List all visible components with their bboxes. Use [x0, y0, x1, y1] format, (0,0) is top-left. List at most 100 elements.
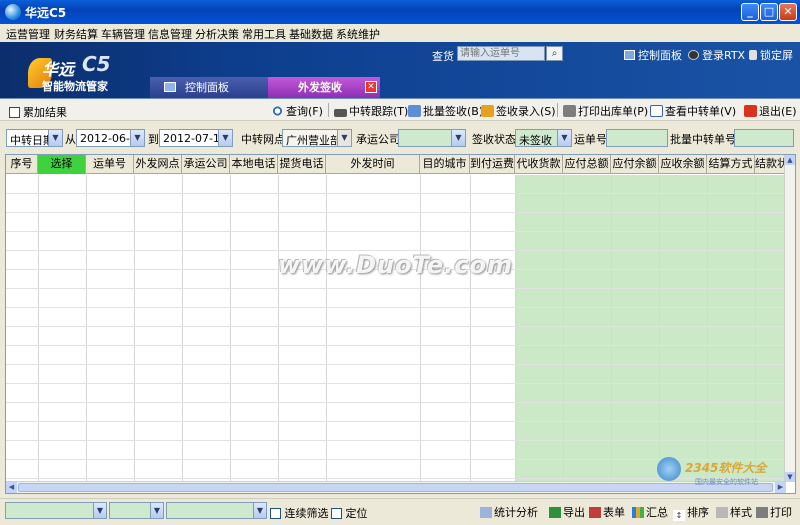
col-header[interactable]: 代收货款 — [515, 155, 563, 174]
tab-control-panel[interactable]: 控制面板 — [150, 77, 268, 98]
filter-operator-select[interactable]: ▼ — [109, 502, 164, 519]
print-button[interactable]: 打印 — [756, 504, 792, 520]
grid-column-line — [230, 175, 231, 482]
grid-row-line — [6, 440, 786, 441]
style-button[interactable]: 样式 — [716, 504, 752, 520]
col-header[interactable]: 目的城市 — [420, 155, 470, 174]
sort-button[interactable]: ↕ 排序 — [673, 504, 709, 521]
menu-tools[interactable]: 常用工具 — [242, 26, 286, 42]
chevron-down-icon: ▼ — [150, 503, 163, 518]
col-header[interactable]: 承运公司 — [182, 155, 230, 174]
site-label: 中转网点 — [241, 133, 285, 146]
view-transfer-button[interactable]: 查看中转单(V) — [650, 103, 736, 119]
search-input[interactable] — [457, 46, 545, 61]
print-out-label: 打印出库单(P) — [578, 105, 649, 118]
track-button[interactable]: 中转跟踪(T) — [334, 103, 408, 119]
filter-field-select[interactable]: ▼ — [5, 502, 107, 519]
monitor-icon — [624, 50, 635, 60]
from-label: 从 — [65, 133, 76, 146]
grid-column-line — [182, 175, 183, 482]
bird-logo-icon — [657, 457, 681, 481]
scroll-left-icon[interactable]: ◀ — [6, 482, 17, 493]
corner-watermark: 2345软件大全 国内最安全的软件站 — [655, 455, 795, 500]
accumulate-checkbox[interactable]: 累加结果 — [6, 104, 67, 120]
menu-info[interactable]: 信息管理 — [148, 26, 192, 42]
to-date-picker[interactable]: 2012-07-11 ▼ — [159, 129, 233, 147]
status-label: 签收状态 — [472, 133, 516, 146]
from-date-picker[interactable]: 2012-06-1 ▼ — [76, 129, 145, 147]
locate-checkbox[interactable]: 定位 — [331, 505, 368, 521]
truck-icon — [334, 109, 347, 117]
export-button[interactable]: 导出 — [549, 504, 585, 520]
col-header[interactable]: 应付总额 — [563, 155, 611, 174]
report-button[interactable]: 表单 — [589, 504, 625, 520]
amount-columns-fill — [515, 175, 786, 482]
menu-basic-data[interactable]: 基础数据 — [289, 26, 333, 42]
col-header[interactable]: 应收余额 — [659, 155, 707, 174]
grid-column-line — [38, 175, 39, 482]
col-header[interactable]: 到付运费 — [470, 155, 515, 174]
col-header[interactable]: 结算方式 — [707, 155, 755, 174]
grid-column-line — [611, 175, 612, 482]
site-select[interactable]: 广州营业部 ▼ — [282, 129, 352, 147]
waybill-input[interactable] — [606, 129, 668, 147]
menu-analysis[interactable]: 分析决策 — [195, 26, 239, 42]
control-panel-link[interactable]: 控制面板 — [624, 47, 682, 63]
stats-button[interactable]: 统计分析 — [480, 504, 538, 520]
filter-value-select[interactable]: ▼ — [166, 502, 267, 519]
tab-active-label: 外发签收 — [298, 81, 342, 94]
export-label: 导出 — [563, 506, 585, 519]
date-type-select[interactable]: 中转日期 ▼ — [6, 129, 63, 147]
stats-label: 统计分析 — [494, 506, 538, 519]
col-header[interactable]: 运单号 — [86, 155, 134, 174]
close-button[interactable]: ✕ — [779, 3, 797, 21]
search-icon[interactable]: ⌕ — [546, 46, 563, 61]
vertical-scrollbar[interactable]: ▲ ▼ — [784, 155, 795, 482]
menu-operations[interactable]: 运营管理 — [6, 26, 50, 42]
scroll-up-icon[interactable]: ▲ — [785, 155, 795, 165]
print-out-button[interactable]: 打印出库单(P) — [563, 103, 648, 119]
summary-button[interactable]: 汇总 — [632, 504, 668, 520]
grid-column-line — [278, 175, 279, 482]
batch-sign-label: 批量签收(B) — [423, 105, 484, 118]
menu-vehicles[interactable]: 车辆管理 — [101, 26, 145, 42]
col-header-select[interactable]: 选择 — [38, 155, 86, 174]
sign-entry-button[interactable]: 签收录入(S) — [481, 103, 556, 119]
col-header[interactable]: 提货电话 — [278, 155, 326, 174]
grid-column-line — [420, 175, 421, 482]
exit-button[interactable]: 退出(E) — [744, 103, 797, 119]
col-header[interactable]: 本地电话 — [230, 155, 278, 174]
bottom-bar: ▼ ▼ ▼ 连续筛选 定位 统计分析 导出 表单 汇总 ↕ 排序 样式 打印 — [0, 498, 800, 525]
magnifier-icon — [271, 105, 284, 117]
col-header[interactable]: 应付余额 — [611, 155, 659, 174]
menu-finance[interactable]: 财务结算 — [54, 26, 98, 42]
status-select[interactable]: 未签收 ▼ — [515, 129, 572, 147]
sort-icon: ↕ — [673, 510, 685, 521]
search-label: 查货 — [432, 50, 454, 63]
close-tab-icon[interactable]: ✕ — [365, 81, 377, 93]
lock-screen-link[interactable]: 锁定屏 — [749, 47, 793, 63]
checkbox-icon — [9, 107, 20, 118]
col-header[interactable]: 外发网点 — [134, 155, 182, 174]
minimize-button[interactable]: _ — [741, 3, 759, 21]
tab-outsource-sign[interactable]: 外发签收 ✕ — [268, 77, 380, 98]
grid-column-line — [326, 175, 327, 482]
locate-label: 定位 — [345, 507, 368, 520]
menu-system[interactable]: 系统维护 — [336, 26, 380, 42]
maximize-button[interactable]: □ — [760, 3, 778, 21]
window-title: 华远C5 — [25, 6, 67, 20]
batch-sign-button[interactable]: 批量签收(B) — [408, 103, 483, 119]
col-header[interactable]: 外发时间 — [326, 155, 420, 174]
login-rtx-link[interactable]: 登录RTX — [688, 47, 745, 63]
menu-bar: 运营管理 财务结算 车辆管理 信息管理 分析决策 常用工具 基础数据 系统维护 — [0, 24, 800, 42]
continuous-filter-checkbox[interactable]: 连续筛选 — [270, 505, 329, 521]
grid-header: 序号 选择 运单号 外发网点 承运公司 本地电话 提货电话 外发时间 目的城市 … — [6, 155, 786, 174]
from-date-value: 2012-06-1 — [80, 132, 137, 145]
carrier-select[interactable]: ▼ — [398, 129, 466, 147]
sort-label: 排序 — [687, 506, 709, 519]
col-header[interactable]: 序号 — [6, 155, 38, 174]
col-header[interactable]: 结款状 — [755, 155, 786, 174]
data-grid[interactable]: 序号 选择 运单号 外发网点 承运公司 本地电话 提货电话 外发时间 目的城市 … — [5, 154, 796, 494]
query-button[interactable]: 查询(F) — [271, 103, 323, 119]
batch-number-input[interactable] — [734, 129, 794, 147]
